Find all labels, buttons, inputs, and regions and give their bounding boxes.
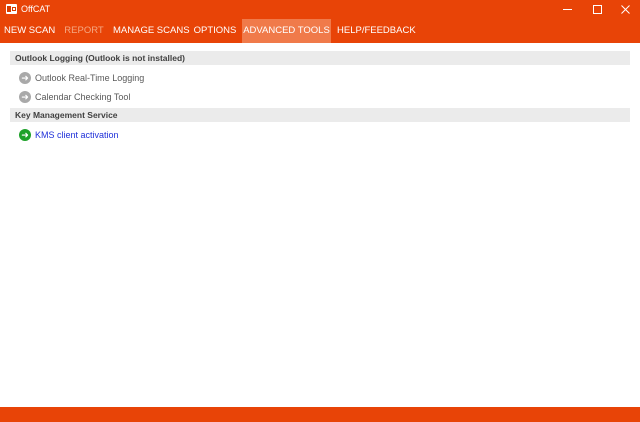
tool-label: Calendar Checking Tool [35, 92, 131, 102]
tool-calendar-checking[interactable]: ➜ Calendar Checking Tool [19, 91, 130, 103]
maximize-button[interactable] [582, 0, 612, 19]
tool-label: Outlook Real-Time Logging [35, 73, 145, 83]
offcat-app-icon [6, 4, 17, 14]
menu-options[interactable]: OPTIONS [193, 19, 237, 43]
maximize-icon [592, 5, 602, 14]
kms-client-activation-link[interactable]: KMS client activation [35, 130, 119, 140]
window-title: OffCAT [21, 4, 51, 14]
tool-kms-client-activation[interactable]: ➜ KMS client activation [19, 129, 119, 141]
section-header-outlook-logging: Outlook Logging (Outlook is not installe… [10, 51, 630, 65]
close-icon [620, 5, 630, 14]
arrow-circle-gray-icon: ➜ [19, 72, 31, 84]
arrow-circle-gray-icon: ➜ [19, 91, 31, 103]
status-bar [0, 407, 640, 422]
title-bar: OffCAT [0, 0, 640, 19]
menu-report[interactable]: REPORT [64, 19, 104, 43]
menu-help-feedback[interactable]: HELP/FEEDBACK [337, 19, 416, 43]
close-button[interactable] [610, 0, 640, 19]
section-header-key-management-service: Key Management Service [10, 108, 630, 122]
tool-outlook-real-time-logging[interactable]: ➜ Outlook Real-Time Logging [19, 72, 144, 84]
arrow-circle-green-icon: ➜ [19, 129, 31, 141]
minimize-button[interactable] [552, 0, 582, 19]
menu-new-scan[interactable]: NEW SCAN [4, 19, 55, 43]
minimize-icon [562, 9, 572, 10]
menu-advanced-tools[interactable]: ADVANCED TOOLS [242, 19, 331, 43]
menu-manage-scans[interactable]: MANAGE SCANS [113, 19, 190, 43]
main-menu: NEW SCAN REPORT MANAGE SCANS OPTIONS ADV… [0, 19, 640, 43]
